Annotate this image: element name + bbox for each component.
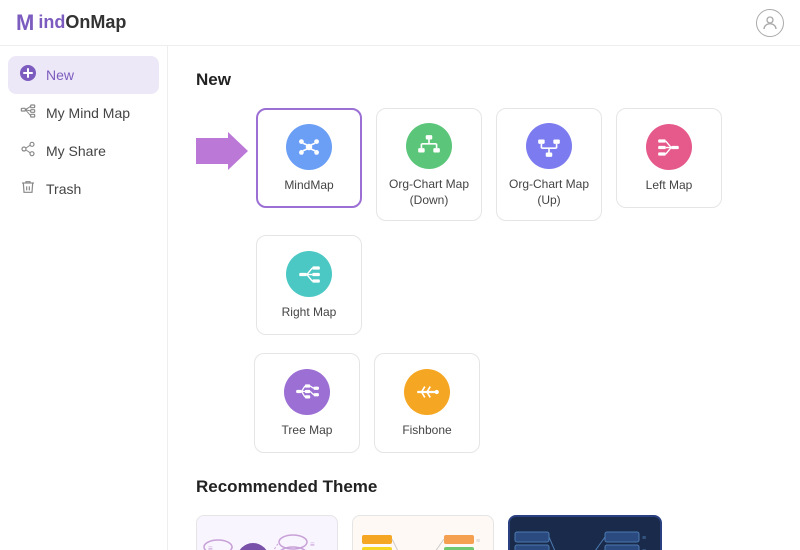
map-card-org-down[interactable]: Org-Chart Map(Down) [376,108,482,221]
map-card-fishbone[interactable]: Fishbone [374,353,480,453]
map-card-right-map[interactable]: Right Map [256,235,362,335]
org-up-icon-circle [526,123,572,169]
sidebar-item-new[interactable]: New [8,56,159,94]
map-card-org-up[interactable]: Org-Chart Map (Up) [496,108,602,221]
layout: New My Mind Map [0,46,800,550]
right-map-icon-circle [286,251,332,297]
mindmap-icon-circle [286,124,332,170]
mindmap-label: MindMap [284,178,333,194]
svg-text:≡: ≡ [642,535,646,542]
svg-text:≡: ≡ [476,538,480,545]
header: MindOnMap [0,0,800,46]
maps-grid-row2: Tree Map Fishbone [196,353,772,453]
sidebar-item-my-mind-map-label: My Mind Map [46,105,130,121]
svg-text:≡: ≡ [310,540,315,549]
sidebar-item-trash[interactable]: Trash [0,170,167,208]
right-map-label: Right Map [282,305,337,321]
left-map-icon-circle [646,124,692,170]
logo-m-letter: M [16,10,34,36]
theme-card-1[interactable]: ≡ ≡ ≡ ≡ [196,515,338,550]
left-map-label: Left Map [646,178,693,194]
org-down-icon-circle [406,123,452,169]
sidebar-item-my-share[interactable]: My Share [0,132,167,170]
header-right [756,9,784,37]
map-card-left-map[interactable]: Left Map [616,108,722,208]
sidebar-item-trash-label: Trash [46,181,81,197]
theme-card-2[interactable]: ≡ ≡ ≡ [352,515,494,550]
arrow-pointer [196,132,248,170]
logo-text: indOnMap [38,12,126,33]
new-icon [20,65,36,85]
fishbone-icon-circle [404,369,450,415]
theme-grid: ≡ ≡ ≡ ≡ [196,515,772,550]
fishbone-label: Fishbone [402,423,451,439]
theme-section-title: Recommended Theme [196,477,772,497]
org-up-label: Org-Chart Map (Up) [505,177,593,208]
sidebar-item-my-mind-map[interactable]: My Mind Map [0,94,167,132]
maps-grid: MindMap O [256,108,772,335]
svg-text:≡: ≡ [208,544,213,550]
new-section-title: New [196,70,772,90]
mind-map-icon [20,103,36,123]
tree-map-icon-circle [284,369,330,415]
main-content: New [168,46,800,550]
theme-card-3[interactable]: ≡ ≡ ≡ [508,515,662,550]
map-card-mindmap[interactable]: MindMap [256,108,362,208]
org-down-label: Org-Chart Map(Down) [389,177,469,208]
logo: MindOnMap [16,10,126,36]
tree-map-label: Tree Map [282,423,333,439]
sidebar: New My Mind Map [0,46,168,550]
sidebar-item-my-share-label: My Share [46,143,106,159]
sidebar-item-new-label: New [46,67,74,83]
trash-icon [20,179,36,199]
map-card-tree-map[interactable]: Tree Map [254,353,360,453]
share-icon [20,141,36,161]
user-avatar[interactable] [756,9,784,37]
